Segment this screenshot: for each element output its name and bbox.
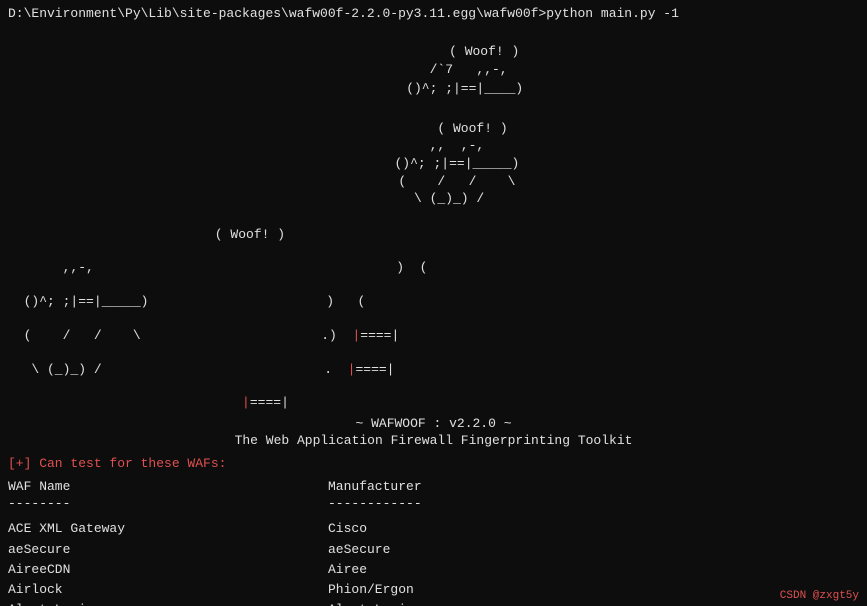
ascii-art-block: ( Woof! ) /`​7 ,,-, ()^; ;|==|____) — [8, 25, 859, 116]
cell-waf-name: aeSecure — [8, 540, 328, 560]
table-row: aeSecureaeSecure — [8, 540, 859, 560]
table-row: Alert LogicAlert Logic — [8, 600, 859, 606]
col-waf-header: WAF Name — [8, 479, 328, 494]
section-header: [+] Can test for these WAFs: — [8, 456, 859, 471]
command-path: D:\Environment\Py\Lib\site-packages\wafw… — [8, 6, 859, 21]
version-line: ~ WAFWOOF : v2.2.0 ~ — [8, 416, 859, 431]
waf-table: WAF Name Manufacturer -------- ---------… — [8, 479, 859, 606]
watermark: CSDN @zxgt5y — [780, 590, 859, 602]
ascii-full-art: ( Woof! ) ,, ,-​, ()^; ;|==|_____) ( / /… — [8, 120, 859, 208]
cell-manufacturer: Phion/Ergon — [328, 580, 414, 600]
cell-manufacturer: aeSecure — [328, 540, 390, 560]
col-manufacturer-header: Manufacturer — [328, 479, 422, 494]
cell-manufacturer: Airee — [328, 560, 367, 580]
table-row: AirlockPhion/Ergon — [8, 580, 859, 600]
table-divider-row: -------- ------------ — [8, 496, 859, 511]
divider-manufacturer: ------------ — [328, 496, 422, 511]
cell-manufacturer: Alert Logic — [328, 600, 414, 606]
ascii-line-bubble: ( Woof! ) /`​7 ,,-, ()^; ;|==|____) — [344, 44, 523, 95]
cell-waf-name: AireeCDN — [8, 560, 328, 580]
cell-manufacturer: Cisco — [328, 519, 367, 539]
table-row: ACE XML GatewayCisco — [8, 519, 859, 539]
ascii-woof-art: ( Woof! ) ,,-, ) ( ()^; ;|==|_____) ) ( … — [8, 210, 859, 413]
cell-waf-name: ACE XML Gateway — [8, 519, 328, 539]
terminal-window: D:\Environment\Py\Lib\site-packages\wafw… — [0, 0, 867, 606]
table-rows-container: ACE XML GatewayCiscoaeSecureaeSecureAire… — [8, 519, 859, 606]
table-row: AireeCDNAiree — [8, 560, 859, 580]
subtitle-line: The Web Application Firewall Fingerprint… — [8, 433, 859, 448]
table-header-row: WAF Name Manufacturer — [8, 479, 859, 494]
cell-waf-name: Airlock — [8, 580, 328, 600]
divider-waf: -------- — [8, 496, 328, 511]
cell-waf-name: Alert Logic — [8, 600, 328, 606]
